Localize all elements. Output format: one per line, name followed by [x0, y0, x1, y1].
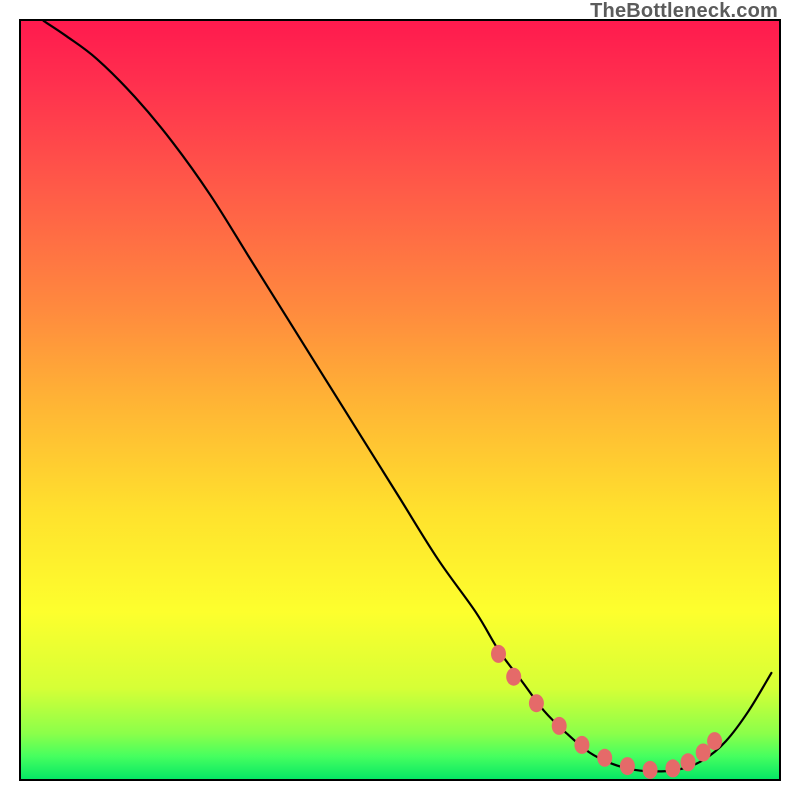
highlight-marker [529, 694, 544, 712]
highlight-marker [552, 717, 567, 735]
marker-group [491, 645, 722, 779]
highlight-marker [643, 761, 658, 779]
highlight-marker [620, 757, 635, 775]
bottleneck-curve [44, 21, 772, 771]
highlight-marker [707, 732, 722, 750]
highlight-marker [597, 749, 612, 767]
chart-stage: TheBottleneck.com [0, 0, 800, 800]
highlight-marker [681, 753, 696, 771]
highlight-marker [665, 759, 680, 777]
chart-svg [21, 21, 779, 779]
highlight-marker [574, 736, 589, 754]
highlight-marker [491, 645, 506, 663]
plot-area [19, 19, 781, 781]
highlight-marker [506, 668, 521, 686]
